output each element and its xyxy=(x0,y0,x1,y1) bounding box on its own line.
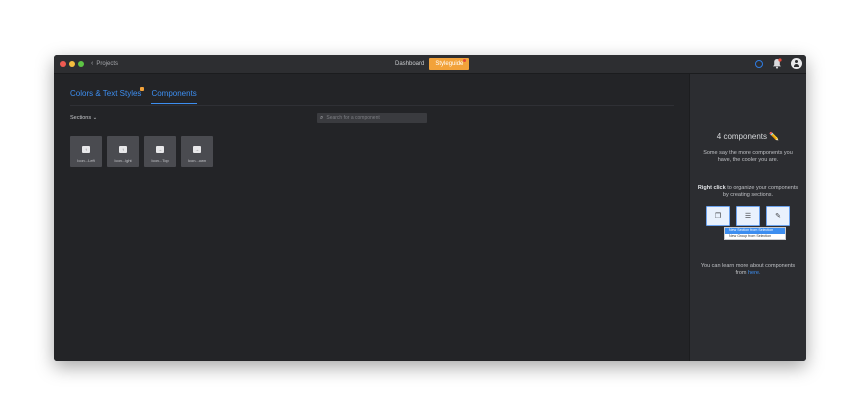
component-card[interactable]: → Icon...Top xyxy=(144,136,176,167)
activity-ring-icon[interactable] xyxy=(755,59,763,68)
component-card[interactable]: → Icon...own xyxy=(181,136,213,167)
notifications-bell-icon[interactable] xyxy=(772,58,782,69)
component-caption: Icon...own xyxy=(187,158,207,163)
top-nav: Dashboard Styleguide xyxy=(395,58,470,70)
maximize-window-button[interactable] xyxy=(78,61,84,67)
list-icon: ☰ xyxy=(736,206,760,226)
sections-dropdown[interactable]: Sections ⌄ xyxy=(70,115,97,121)
title-bar: ‹ Projects Dashboard Styleguide xyxy=(54,55,806,74)
component-search-input[interactable]: ⌕ Search for a component xyxy=(317,113,427,123)
edit-pencil-icon: ✎ xyxy=(766,206,790,226)
component-caption: Icon...ight xyxy=(114,158,132,163)
chevron-down-icon: ⌄ xyxy=(92,115,98,121)
main-content: Colors & Text Styles Components Sections… xyxy=(54,74,690,361)
panel-subtitle: Some say the more components you have, t… xyxy=(703,150,793,163)
search-icon: ⌕ xyxy=(320,114,324,121)
arrow-up-icon: ↑ xyxy=(82,146,90,153)
app-window: ‹ Projects Dashboard Styleguide Colors & … xyxy=(54,55,806,361)
pencil-emoji-icon: ✏️ xyxy=(769,132,780,141)
notification-dot-icon xyxy=(463,59,467,62)
toolbar-right xyxy=(755,58,802,69)
component-caption: Icon...Left xyxy=(77,158,95,163)
tab-colors-text-styles[interactable]: Colors & Text Styles xyxy=(70,87,145,104)
styleguide-tabs: Colors & Text Styles Components xyxy=(70,87,197,104)
back-to-projects-link[interactable]: ‹ Projects xyxy=(91,59,118,69)
component-count: 4 components ✏️ xyxy=(716,132,780,141)
component-caption: Icon...Top xyxy=(151,158,169,163)
arrow-up-icon: ↑ xyxy=(119,146,127,153)
components-grid: ↑ Icon...Left ↑ Icon...ight → Icon...Top… xyxy=(70,136,213,167)
chevron-left-icon: ‹ xyxy=(91,60,94,67)
arrow-right-icon: → xyxy=(156,146,164,153)
update-badge xyxy=(140,87,145,91)
minimize-window-button[interactable] xyxy=(69,61,75,67)
learn-more-link[interactable]: here. xyxy=(748,270,761,276)
tab-divider xyxy=(70,105,674,106)
tab-styleguide[interactable]: Styleguide xyxy=(429,58,470,70)
context-menu: New Section from Selection New Group fro… xyxy=(724,227,786,240)
info-sidebar: 4 components ✏️ Some say the more compon… xyxy=(689,74,806,361)
learn-more-text: You can learn more about components from… xyxy=(700,263,796,276)
close-window-button[interactable] xyxy=(60,61,66,67)
user-avatar-icon[interactable] xyxy=(791,58,802,69)
component-card[interactable]: ↑ Icon...ight xyxy=(107,136,139,167)
copy-icon: ❐ xyxy=(706,206,730,226)
tab-components[interactable]: Components xyxy=(151,88,197,104)
component-card[interactable]: ↑ Icon...Left xyxy=(70,136,102,167)
arrow-right-icon: → xyxy=(193,146,201,153)
context-menu-illustration: ❐ ☰ ✎ New Section from Selection New Gro… xyxy=(706,206,792,240)
tab-dashboard[interactable]: Dashboard xyxy=(395,58,424,70)
menu-item-new-group: New Group from Selection xyxy=(729,233,772,238)
organize-help-text: Right click to organize your components … xyxy=(697,185,799,198)
